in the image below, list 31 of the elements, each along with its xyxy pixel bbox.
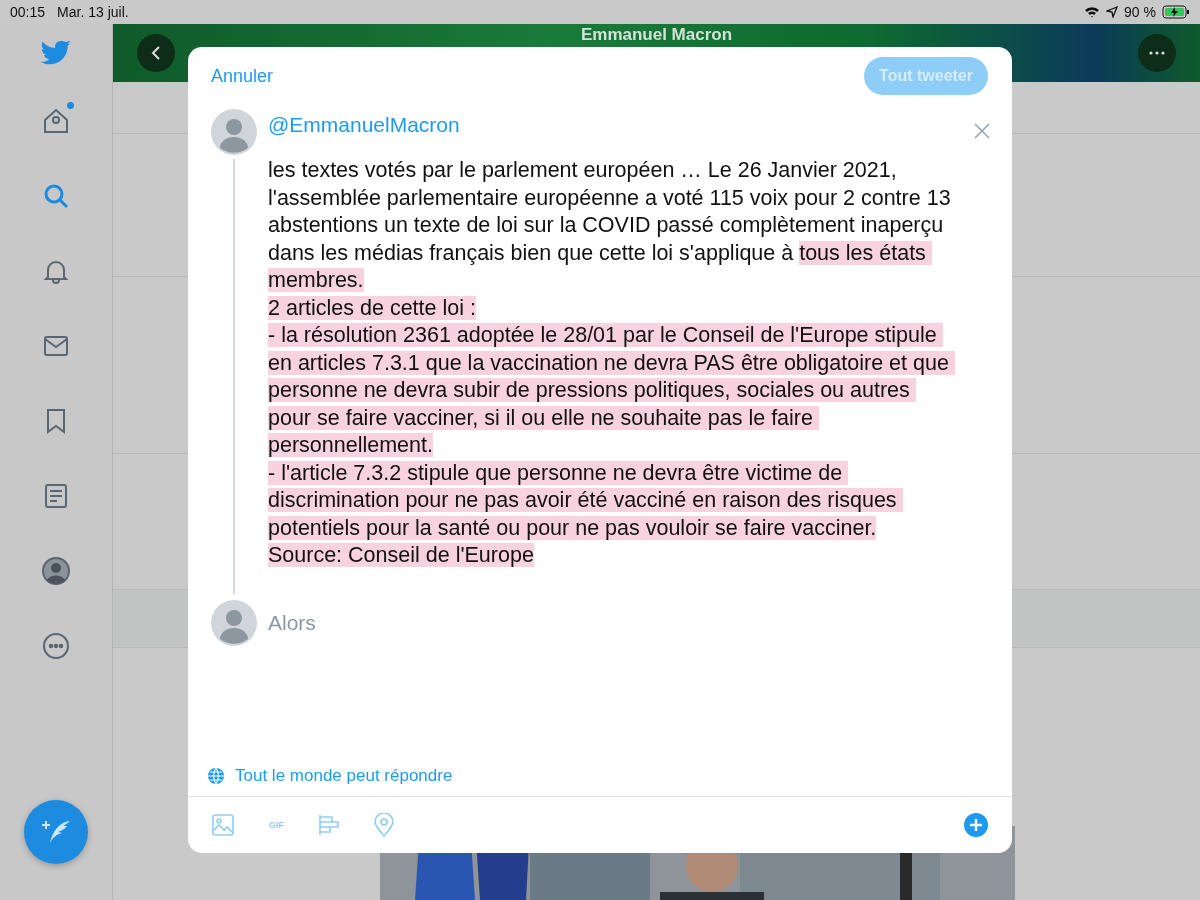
battery-charging-icon [1162, 5, 1190, 19]
poll-button[interactable] [318, 813, 342, 837]
avatar-icon [41, 556, 71, 586]
home-icon [41, 106, 71, 136]
location-button[interactable] [373, 813, 395, 837]
location-icon [1106, 6, 1119, 18]
image-icon [211, 813, 235, 837]
location-pin-icon [373, 813, 395, 837]
poll-icon [318, 813, 342, 837]
wifi-icon [1084, 6, 1101, 18]
date: Mar. 13 juil. [57, 4, 129, 20]
gif-button[interactable]: GIF [266, 814, 287, 836]
close-button[interactable] [974, 123, 990, 139]
more-icon [1149, 51, 1165, 55]
compose-button[interactable] [24, 800, 88, 864]
cancel-button[interactable]: Annuler [211, 65, 274, 87]
close-icon [974, 123, 990, 139]
back-icon [150, 45, 162, 61]
profile-name: Emmanuel Macron [579, 24, 734, 45]
image-button[interactable] [211, 813, 235, 837]
back-button[interactable] [137, 34, 175, 72]
avatar-icon [211, 109, 257, 155]
avatar-icon [211, 599, 257, 646]
add-tweet-button[interactable] [964, 813, 988, 837]
reply-setting-link[interactable]: Tout le monde peut répondre [235, 766, 453, 786]
more-button[interactable] [1138, 34, 1176, 72]
more-icon [41, 631, 71, 661]
battery-level: 90 % [1124, 4, 1156, 20]
globe-icon [207, 767, 225, 785]
username: @EmmanuelMacron [268, 113, 460, 137]
clock: 00:15 [10, 4, 46, 20]
